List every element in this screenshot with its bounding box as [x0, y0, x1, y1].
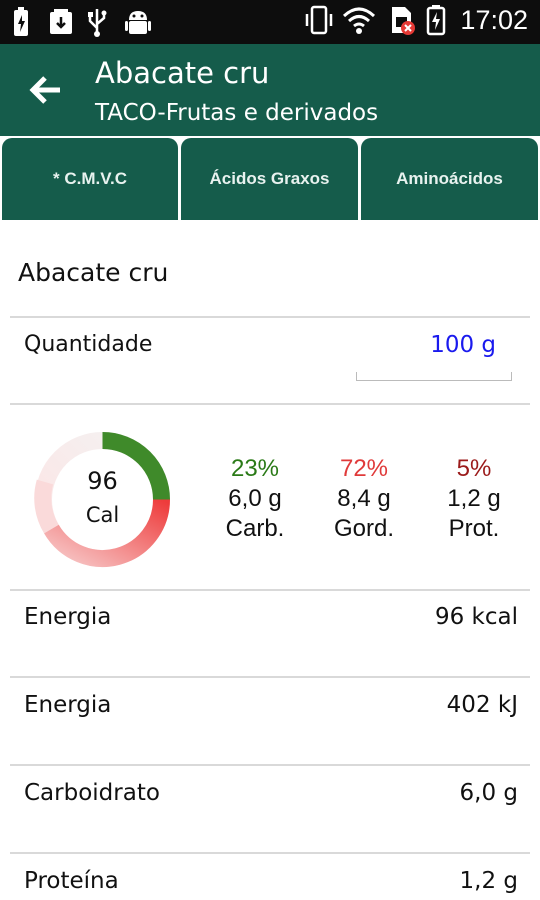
usb-icon — [86, 6, 112, 38]
divider — [10, 403, 530, 405]
tab-aminoacidos[interactable]: Aminoácidos — [361, 138, 538, 220]
android-debug-icon — [124, 6, 151, 38]
nutrient-value: 6,0 g — [459, 780, 519, 806]
macro-label: Prot. — [448, 515, 500, 542]
main-content: Abacate cru Quantidade 100 g 96 Cal 23% … — [0, 222, 540, 900]
status-time: 17:02 — [460, 4, 528, 35]
macro-amount: 8,4 g — [337, 485, 391, 512]
tab-acidos-graxos[interactable]: Ácidos Graxos — [181, 138, 358, 220]
quantity-input-underline — [356, 372, 512, 381]
divider — [10, 676, 530, 678]
macro-fat: 72% 8,4 g Gord. — [314, 454, 414, 544]
tab-cmvc[interactable]: * C.M.V.C — [2, 138, 178, 220]
divider — [10, 589, 530, 591]
back-arrow-icon[interactable] — [28, 72, 64, 108]
calorie-value: 96 — [87, 467, 118, 495]
app-bar: Abacate cru TACO-Frutas e derivados — [0, 44, 540, 136]
macro-label: Gord. — [333, 515, 395, 542]
quantity-label: Quantidade — [24, 332, 153, 357]
wifi-icon — [342, 4, 376, 36]
nutrient-label: Proteína — [24, 868, 119, 894]
no-sim-icon — [388, 4, 416, 36]
macro-amount: 6,0 g — [228, 485, 282, 512]
macro-percent: 5% — [456, 455, 492, 482]
status-right-icons: 17:02 — [304, 4, 528, 36]
divider — [10, 316, 530, 318]
nutrient-value: 96 kcal — [434, 604, 518, 630]
divider — [10, 852, 530, 854]
download-icon — [48, 6, 74, 38]
nutrient-label: Carboidrato — [24, 780, 160, 806]
calorie-unit: Cal — [85, 503, 120, 527]
status-bar: 17:02 — [0, 0, 540, 44]
food-name: Abacate cru — [18, 258, 169, 287]
nutrient-value: 1,2 g — [459, 868, 519, 894]
status-left-icons — [10, 6, 151, 38]
nutrient-label: Energia — [24, 692, 112, 718]
nutrient-label: Energia — [24, 604, 112, 630]
battery-icon — [426, 4, 446, 36]
divider — [10, 764, 530, 766]
tab-bar: * C.M.V.C Ácidos Graxos Aminoácidos — [0, 136, 540, 222]
calorie-donut-chart: 96 Cal — [30, 427, 175, 572]
macro-percent: 72% — [339, 455, 389, 482]
macro-label: Carb. — [225, 515, 285, 542]
page-title: Abacate cru — [95, 56, 270, 90]
macro-percent: 23% — [230, 455, 280, 482]
quantity-input[interactable]: 100 g — [430, 332, 496, 358]
macro-carb: 23% 6,0 g Carb. — [205, 454, 305, 544]
nutrient-value: 402 kJ — [446, 692, 518, 718]
battery-charging-icon — [10, 6, 36, 38]
macro-amount: 1,2 g — [447, 485, 501, 512]
vibrate-icon — [304, 4, 333, 36]
macro-protein: 5% 1,2 g Prot. — [424, 454, 524, 544]
page-subtitle: TACO-Frutas e derivados — [95, 100, 379, 126]
